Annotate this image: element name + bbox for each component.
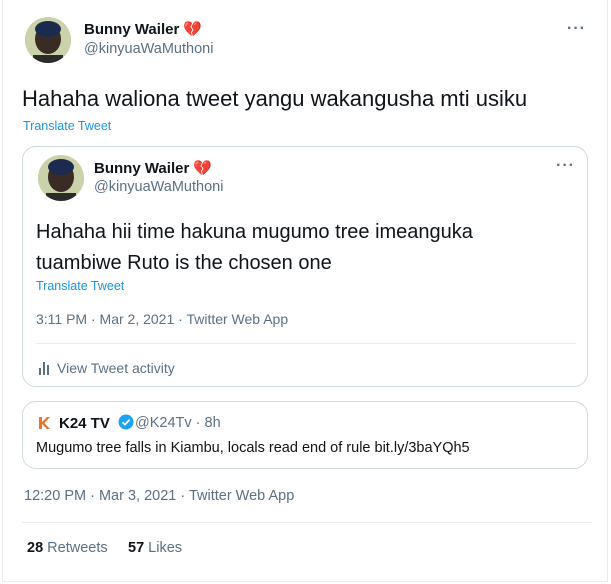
quoted-tweet-text: Hahaha hii time hakuna mugumo tree imean…: [36, 221, 473, 274]
retweets-count: 28: [27, 540, 44, 556]
translate-tweet-link[interactable]: Translate Tweet: [23, 119, 111, 133]
broken-heart-icon: 💔: [183, 21, 202, 38]
quoted-author-name-text: Bunny Wailer: [94, 160, 190, 177]
verified-badge-icon: [118, 414, 134, 430]
quoted-author-name[interactable]: Bunny Wailer 💔: [94, 159, 212, 177]
divider: [22, 522, 592, 523]
author-handle[interactable]: @kinyuaWaMuthoni: [84, 41, 213, 57]
author-name[interactable]: Bunny Wailer 💔: [84, 20, 202, 38]
tweet-timestamp[interactable]: 12:20 PM · Mar 3, 2021 · Twitter Web App: [24, 488, 294, 504]
quoted-timestamp[interactable]: 3:11 PM · Mar 2, 2021 · Twitter Web App: [36, 311, 288, 327]
author-name-text: Bunny Wailer: [84, 21, 180, 38]
likes-label: Likes: [148, 540, 183, 556]
quoted-translate-tweet-link[interactable]: Translate Tweet: [36, 279, 124, 293]
more-options-icon[interactable]: ···: [567, 20, 586, 38]
k24-logo-icon: [39, 417, 50, 429]
divider: [36, 343, 576, 344]
avatar-image: [25, 17, 71, 63]
nested-author-handle[interactable]: @K24Tv · 8h: [135, 415, 221, 431]
tweet-text: Hahaha waliona tweet yangu wakangusha mt…: [22, 86, 528, 111]
nested-author-name-text: K24 TV: [59, 415, 110, 432]
quoted-tweet-card[interactable]: Bunny Wailer 💔 @kinyuaWaMuthoni ··· Hahah…: [22, 146, 588, 387]
likes-stat[interactable]: 57 Likes: [128, 540, 182, 556]
quoted-author-handle[interactable]: @kinyuaWaMuthoni: [94, 179, 223, 195]
nested-quote-card[interactable]: K24 TV @K24Tv · 8h Mugumo tree falls in …: [22, 401, 588, 469]
analytics-icon: [39, 361, 49, 375]
likes-count: 57: [128, 540, 145, 556]
broken-heart-icon: 💔: [193, 160, 212, 177]
author-avatar[interactable]: [25, 17, 71, 63]
view-tweet-activity-button[interactable]: View Tweet activity: [39, 360, 175, 376]
retweets-stat[interactable]: 28 Retweets: [27, 540, 108, 556]
nested-tweet-text: Mugumo tree falls in Kiambu, locals read…: [36, 440, 470, 456]
nested-author-name[interactable]: K24 TV: [59, 414, 134, 432]
view-tweet-activity-label: View Tweet activity: [57, 360, 175, 376]
quoted-author-avatar[interactable]: [38, 155, 84, 201]
avatar-image: [38, 155, 84, 201]
quoted-more-options-icon[interactable]: ···: [556, 157, 575, 175]
retweets-label: Retweets: [47, 540, 108, 556]
